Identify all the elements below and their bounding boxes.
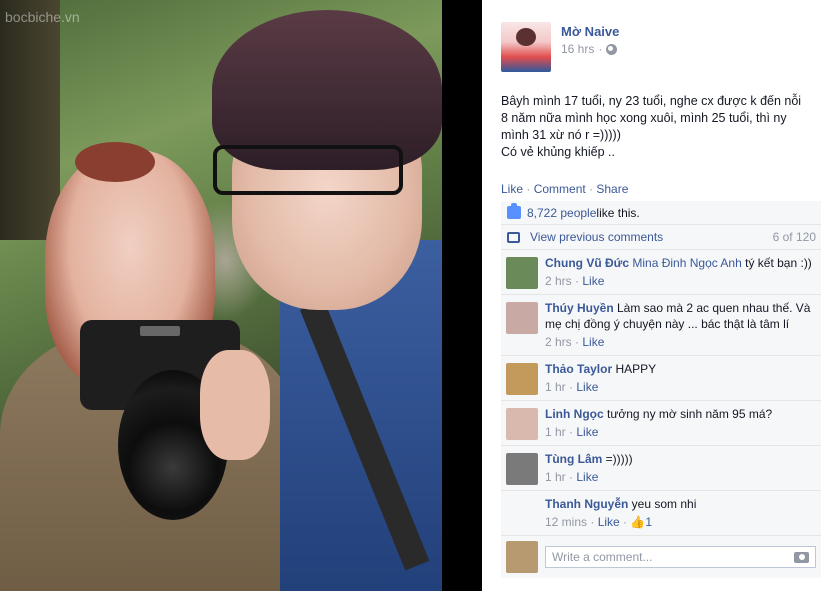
write-comment-input[interactable]: [552, 550, 794, 564]
comment-text: =))))): [602, 452, 633, 466]
write-comment-row: [501, 536, 821, 578]
comment-item: Chung Vũ Đức Mina Đinh Ngọc Anh tý kết b…: [501, 250, 821, 295]
comment-like-button[interactable]: Like: [582, 335, 604, 349]
comment-like-count[interactable]: 1: [645, 515, 652, 529]
photo-girl-bun: [75, 142, 155, 182]
post-meta: 16 hrs ·: [561, 42, 619, 56]
comment-button[interactable]: Comment: [534, 182, 586, 196]
post-text-line1: Bâyh mình 17 tuổi, ny 23 tuổi, nghe cx đ…: [501, 94, 802, 142]
comment-author[interactable]: Thảo Taylor: [545, 362, 612, 376]
photo-watermark: bocbiche.vn: [5, 9, 80, 25]
comment-item: Linh Ngọc tưởng ny mờ sinh năm 95 má? 1 …: [501, 401, 821, 446]
comment-time[interactable]: 2 hrs: [545, 274, 572, 288]
comment-meta: 2 hrs · Like: [545, 274, 605, 288]
comment-meta: 12 mins · Like · 👍1: [545, 515, 653, 529]
meta-separator: ·: [598, 42, 603, 56]
commenter-avatar[interactable]: [506, 257, 538, 289]
post-photo[interactable]: bocbiche.vn: [0, 0, 442, 591]
comment-author[interactable]: Thúy Huyền: [545, 301, 614, 315]
author-name[interactable]: Mờ Naive: [561, 24, 619, 39]
comment-text: tý kết bạn :)): [741, 256, 812, 270]
comment-tag[interactable]: Mina Đinh Ngọc Anh: [632, 256, 741, 270]
post-time[interactable]: 16 hrs: [561, 42, 594, 56]
likes-count-link[interactable]: 8,722 people: [527, 206, 596, 220]
post-actions: Like · Comment · Share: [501, 182, 628, 196]
comment-like-button[interactable]: Like: [576, 380, 598, 394]
comment-time[interactable]: 12 mins: [545, 515, 587, 529]
commenter-avatar[interactable]: [506, 302, 538, 334]
header-text: Mờ Naive 16 hrs ·: [561, 22, 619, 74]
comment-time[interactable]: 1 hr: [545, 380, 566, 394]
view-previous-row: View previous comments 6 of 120: [501, 225, 821, 250]
comment-item: Tùng Lâm =))))) 1 hr · Like: [501, 446, 821, 491]
share-button[interactable]: Share: [596, 182, 628, 196]
action-separator: ·: [585, 182, 597, 196]
likes-suffix: like this.: [596, 205, 640, 220]
comment-like-thumb-icon: 👍: [630, 515, 646, 529]
comment-time[interactable]: 1 hr: [545, 470, 566, 484]
post-header: Mờ Naive 16 hrs ·: [501, 22, 619, 74]
action-separator: ·: [523, 182, 534, 196]
likes-row: 8,722 people like this.: [501, 201, 821, 225]
comment-like-button[interactable]: Like: [576, 425, 598, 439]
comment-body: Thúy Huyền Làm sao mà 2 ac quen nhau thế…: [545, 300, 815, 350]
comment-meta: 2 hrs · Like: [545, 335, 605, 349]
comment-item: Thảo Taylor HAPPY 1 hr · Like: [501, 356, 821, 401]
photo-camera-brand: [140, 326, 180, 336]
comment-like-button[interactable]: Like: [598, 515, 620, 529]
comment-author[interactable]: Chung Vũ Đức: [545, 256, 629, 270]
commenter-avatar[interactable]: [506, 408, 538, 440]
view-previous-comments-link[interactable]: View previous comments: [530, 230, 663, 244]
commenter-avatar[interactable]: [506, 363, 538, 395]
post-text: Bâyh mình 17 tuổi, ny 23 tuổi, nghe cx đ…: [501, 93, 807, 161]
comment-time[interactable]: 2 hrs: [545, 335, 572, 349]
photo-hand: [200, 350, 270, 460]
camera-icon[interactable]: [793, 551, 809, 563]
comments-section: 8,722 people like this. View previous co…: [501, 201, 821, 578]
comment-like-button[interactable]: Like: [576, 470, 598, 484]
comment-meta: 1 hr · Like: [545, 380, 599, 394]
write-comment-box: [545, 546, 816, 568]
comment-meta: 1 hr · Like: [545, 425, 599, 439]
comment-text: yeu som nhi: [628, 497, 697, 511]
comment-pager: 6 of 120: [772, 230, 816, 244]
post-panel: Mờ Naive 16 hrs · Bâyh mình 17 tuổi, ny …: [482, 0, 821, 591]
current-user-avatar: [506, 541, 538, 573]
comment-meta: 1 hr · Like: [545, 470, 599, 484]
comment-author[interactable]: Tùng Lâm: [545, 452, 602, 466]
photo-glasses: [213, 145, 403, 195]
comment-bubble-icon: [507, 231, 520, 243]
comment-body: Thảo Taylor HAPPY 1 hr · Like: [545, 361, 656, 395]
comment-time[interactable]: 1 hr: [545, 425, 566, 439]
comment-body: Tùng Lâm =))))) 1 hr · Like: [545, 451, 633, 485]
commenter-avatar[interactable]: [506, 453, 538, 485]
comment-item: Thanh Nguyễn yeu som nhi 12 mins · Like …: [501, 491, 821, 536]
like-button[interactable]: Like: [501, 182, 523, 196]
photo-tree: [0, 0, 60, 240]
comment-author[interactable]: Thanh Nguyễn: [545, 497, 628, 511]
post-text-line2: Có vẻ khủng khiếp ..: [501, 145, 615, 159]
comment-body: Linh Ngọc tưởng ny mờ sinh năm 95 má? 1 …: [545, 406, 772, 440]
photo-viewer: bocbiche.vn: [0, 0, 482, 591]
comment-author[interactable]: Linh Ngọc: [545, 407, 604, 421]
comment-text: HAPPY: [612, 362, 657, 376]
comment-body: Chung Vũ Đức Mina Đinh Ngọc Anh tý kết b…: [545, 255, 812, 289]
thumbs-up-icon: [507, 203, 521, 219]
author-avatar[interactable]: [501, 22, 551, 72]
commenter-avatar[interactable]: [506, 498, 538, 530]
comment-like-button[interactable]: Like: [582, 274, 604, 288]
comment-item: Thúy Huyền Làm sao mà 2 ac quen nhau thế…: [501, 295, 821, 356]
comment-body: Thanh Nguyễn yeu som nhi 12 mins · Like …: [545, 496, 696, 530]
comment-text: tưởng ny mờ sinh năm 95 má?: [603, 407, 773, 421]
globe-icon[interactable]: [606, 43, 618, 55]
